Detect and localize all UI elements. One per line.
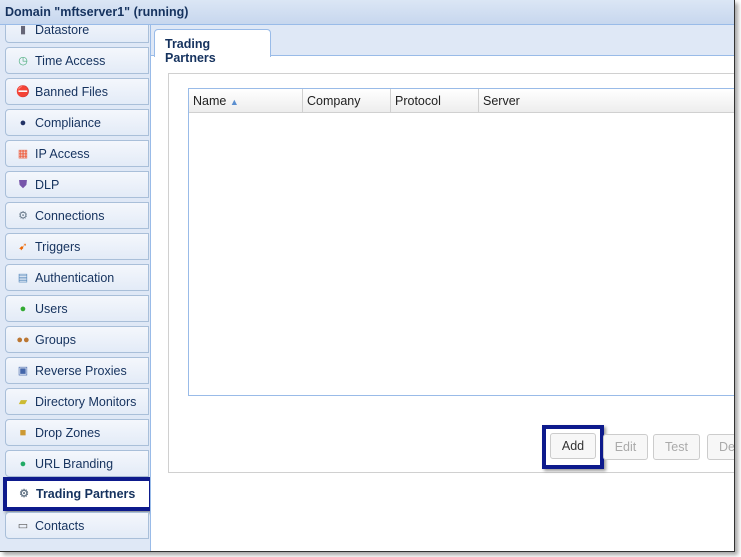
sidebar-item-time-access[interactable]: ◷ Time Access xyxy=(5,47,149,74)
sort-ascending-icon: ▲ xyxy=(229,97,239,107)
sidebar-item-banned-files[interactable]: ⛔ Banned Files xyxy=(5,78,149,105)
globe-icon: ● xyxy=(19,457,27,470)
sidebar-item-label: Reverse Proxies xyxy=(35,363,127,378)
add-button[interactable]: Add xyxy=(550,433,596,459)
main-panel: Trading Partners Name ▲ Company Protocol… xyxy=(150,25,734,551)
column-server[interactable]: Server xyxy=(479,89,734,112)
firewall-icon: ▦ xyxy=(17,147,29,160)
sidebar-item-url-branding[interactable]: ● URL Branding xyxy=(5,450,149,477)
sidebar-item-reverse-proxies[interactable]: ▣ Reverse Proxies xyxy=(5,357,149,384)
sidebar-item-label: Users xyxy=(35,301,68,316)
sidebar-item-groups[interactable]: ●● Groups xyxy=(5,326,149,353)
sidebar-item-datastore[interactable]: ▮ Datastore xyxy=(5,25,149,43)
sidebar-item-triggers[interactable]: ➹ Triggers xyxy=(5,233,149,260)
network-icon: ▣ xyxy=(17,364,29,377)
sidebar: ▮ Datastore ◷ Time Access ⛔ Banned Files ● Comp… xyxy=(0,25,150,551)
sidebar-item-trading-partners[interactable]: ⚙ Trading Partners xyxy=(3,477,150,511)
sidebar-item-authentication[interactable]: ▤ Authentication xyxy=(5,264,149,291)
sidebar-item-label: Compliance xyxy=(35,115,102,130)
clock-icon: ◷ xyxy=(18,54,28,67)
domain-window: Domain "mftserver1" (running) ▮ Datastore… xyxy=(0,0,735,552)
sidebar-item-label: Directory Monitors xyxy=(35,394,137,409)
sidebar-item-connections[interactable]: ⚙ Connections xyxy=(5,202,149,229)
database-icon: ▮ xyxy=(19,25,27,36)
sidebar-item-label: DLP xyxy=(35,177,60,192)
sidebar-item-compliance[interactable]: ● Compliance xyxy=(5,109,149,136)
window-title: Domain "mftserver1" (running) xyxy=(0,0,734,25)
sidebar-item-users[interactable]: ● Users xyxy=(5,295,149,322)
officer-icon: ● xyxy=(19,116,27,129)
column-protocol[interactable]: Protocol xyxy=(391,89,479,112)
tab-trading-partners[interactable]: Trading Partners xyxy=(154,29,271,65)
sidebar-item-label: Trading Partners xyxy=(36,487,136,501)
gear-icon: ⚙ xyxy=(19,488,29,500)
sidebar-item-label: Time Access xyxy=(35,53,106,68)
box-icon: ■ xyxy=(19,426,27,439)
sidebar-item-label: Drop Zones xyxy=(35,425,101,440)
sidebar-item-directory-monitors[interactable]: ▰ Directory Monitors xyxy=(5,388,149,415)
sidebar-item-label: Triggers xyxy=(35,239,81,254)
tab-bar: Trading Partners xyxy=(151,25,734,65)
sidebar-item-label: IP Access xyxy=(35,146,90,161)
sidebar-item-dlp[interactable]: ⛊ DLP xyxy=(5,171,149,198)
test-button[interactable]: Test xyxy=(653,434,700,460)
edit-button[interactable]: Edit xyxy=(603,434,648,460)
column-name[interactable]: Name ▲ xyxy=(189,89,303,112)
id-card-icon: ▤ xyxy=(17,271,29,284)
trigger-icon: ➹ xyxy=(18,240,28,253)
shield-icon: ⛊ xyxy=(18,178,28,191)
delete-button[interactable]: De xyxy=(707,434,734,460)
group-icon: ●● xyxy=(16,333,30,346)
sidebar-item-contacts[interactable]: ▭ Contacts xyxy=(5,512,149,539)
sidebar-item-ip-access[interactable]: ▦ IP Access xyxy=(5,140,149,167)
banned-file-icon: ⛔ xyxy=(16,85,30,98)
grid-header: Name ▲ Company Protocol Server xyxy=(189,89,734,113)
sidebar-item-label: Authentication xyxy=(35,270,115,285)
address-book-icon: ▭ xyxy=(17,519,29,532)
trading-partners-panel: Name ▲ Company Protocol Server Add Edit … xyxy=(168,73,734,473)
folder-monitor-icon: ▰ xyxy=(18,395,28,408)
trading-partners-grid: Name ▲ Company Protocol Server xyxy=(188,88,734,396)
sidebar-item-label: Groups xyxy=(35,332,76,347)
gear-icon: ⚙ xyxy=(18,209,28,222)
column-label: Name xyxy=(193,94,227,108)
sidebar-item-drop-zones[interactable]: ■ Drop Zones xyxy=(5,419,149,446)
sidebar-item-label: Banned Files xyxy=(35,84,108,99)
user-icon: ● xyxy=(19,302,27,315)
sidebar-item-label: URL Branding xyxy=(35,456,114,471)
column-company[interactable]: Company xyxy=(303,89,391,112)
sidebar-item-label: Datastore xyxy=(35,25,90,37)
sidebar-item-label: Connections xyxy=(35,208,105,223)
sidebar-item-label: Contacts xyxy=(35,518,85,533)
